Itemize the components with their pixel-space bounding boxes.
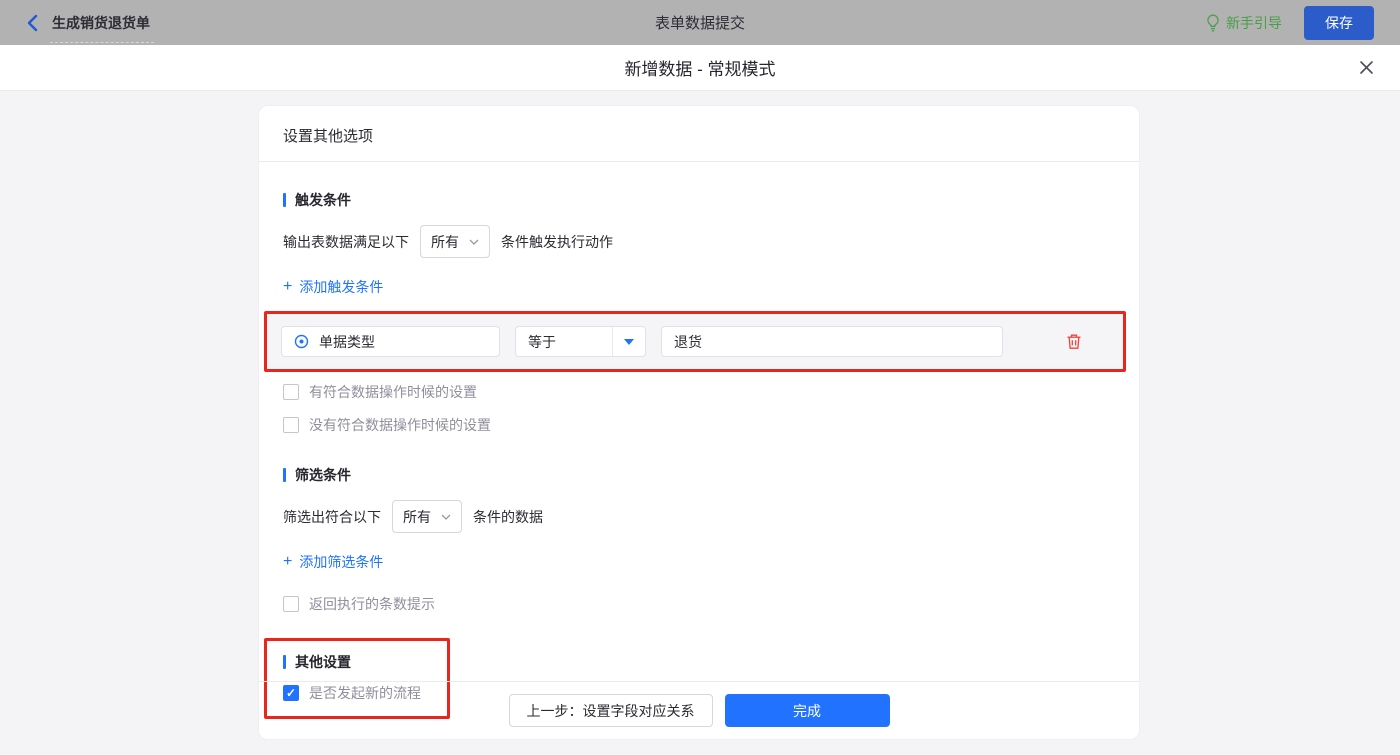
lightbulb-icon [1206,14,1220,32]
beginner-guide-button[interactable]: 新手引导 [1206,13,1282,33]
section-marker [283,655,286,669]
done-button[interactable]: 完成 [725,694,890,727]
radio-field-icon [294,334,309,349]
trigger-condition-highlight-box: 单据类型 等于 退货 [264,311,1126,372]
chevron-down-icon [469,239,479,245]
filter-section-title: 筛选条件 [283,465,1115,485]
settings-panel: 设置其他选项 触发条件 输出表数据满足以下 所有 条件触发执行动作 + 添加 [258,105,1140,740]
trigger-condition-suffix: 条件触发执行动作 [501,232,613,252]
trigger-condition-row: 单据类型 等于 退货 [267,314,1123,369]
add-trigger-condition-link[interactable]: + 添加触发条件 [283,277,383,297]
trigger-section-title: 触发条件 [283,190,1115,210]
condition-field-select[interactable]: 单据类型 [281,326,500,357]
save-button[interactable]: 保存 [1304,6,1374,40]
checkbox-unchecked [283,596,299,612]
page-title: 表单数据提交 [0,12,1400,33]
add-filter-condition-link[interactable]: + 添加筛选条件 [283,552,383,572]
back-chevron-icon [26,14,38,32]
top-bar: 生成销货退货单 表单数据提交 新手引导 保存 [0,0,1400,45]
dialog-title: 新增数据 - 常规模式 [624,55,775,80]
checkbox-has-match-setting[interactable]: 有符合数据操作时候的设置 [283,382,477,402]
filter-condition-suffix: 条件的数据 [473,507,543,527]
section-marker [283,468,286,482]
panel-header: 设置其他选项 [259,106,1139,162]
trigger-condition-sentence: 输出表数据满足以下 所有 条件触发执行动作 [283,225,1115,258]
filter-condition-prefix: 筛选出符合以下 [283,507,381,527]
panel-footer: 上一步：设置字段对应关系 完成 [259,681,1139,739]
dialog-body: 设置其他选项 触发条件 输出表数据满足以下 所有 条件触发执行动作 + 添加 [0,91,1400,755]
checkbox-no-match-setting[interactable]: 没有符合数据操作时候的设置 [283,415,491,435]
delete-condition-button[interactable] [1066,333,1082,350]
other-settings-title: 其他设置 [283,652,435,672]
checkbox-return-count-hint[interactable]: 返回执行的条数提示 [283,594,435,614]
trigger-match-type-select[interactable]: 所有 [420,225,490,258]
plus-icon: + [283,554,292,570]
section-marker [283,193,286,207]
triangle-down-icon [624,339,634,345]
trash-icon [1066,333,1082,350]
filter-condition-sentence: 筛选出符合以下 所有 条件的数据 [283,500,1115,533]
close-icon[interactable] [1359,60,1374,75]
checkbox-unchecked [283,417,299,433]
back-button[interactable]: 生成销货退货单 [26,13,150,33]
dropdown-arrow [612,327,645,356]
dialog-header: 新增数据 - 常规模式 [0,45,1400,91]
checkbox-unchecked [283,384,299,400]
condition-operator-select[interactable]: 等于 [515,326,646,357]
filter-match-type-select[interactable]: 所有 [392,500,462,533]
chevron-down-icon [441,514,451,520]
condition-value-input[interactable]: 退货 [661,326,1003,357]
guide-label: 新手引导 [1226,13,1282,33]
back-label: 生成销货退货单 [52,13,150,33]
prev-step-button[interactable]: 上一步：设置字段对应关系 [509,694,713,727]
trigger-condition-prefix: 输出表数据满足以下 [283,232,409,252]
plus-icon: + [283,279,292,295]
